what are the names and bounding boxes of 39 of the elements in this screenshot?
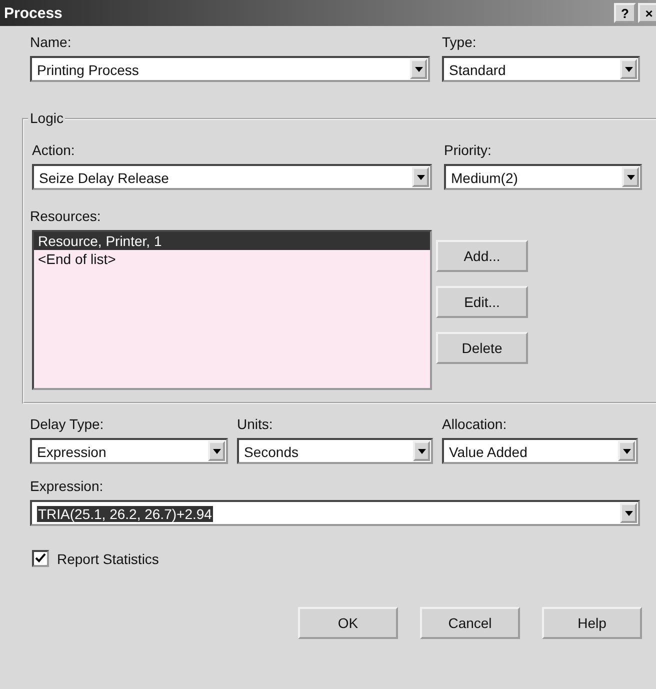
dialog-button[interactable]: Help (542, 607, 642, 639)
action-dropdown[interactable]: Seize Delay Release (32, 164, 432, 190)
caret-icon (212, 448, 220, 454)
field-label: Name: (30, 34, 72, 50)
priority-dropdown[interactable]: Medium(2) (444, 164, 642, 190)
caret-icon (418, 448, 426, 454)
caret-icon (416, 174, 424, 180)
field-label: Allocation: (442, 416, 508, 432)
delay-type-dropdown[interactable]: Expression (30, 438, 228, 464)
dialog-button[interactable]: Cancel (420, 607, 520, 639)
formula-dropdown[interactable]: TRIA(25.1, 26.2, 26.7)+2.94 (30, 500, 640, 526)
list-item[interactable]: <End of list> (34, 250, 430, 268)
checkbox-label: Report Statistics (57, 550, 159, 566)
field-label: Resources: (30, 208, 101, 224)
caret-icon (626, 174, 634, 180)
field-label: Expression: (30, 478, 104, 494)
units-dropdown[interactable]: Seconds (237, 438, 433, 464)
caret-icon (624, 510, 632, 516)
help-button[interactable]: ? (614, 3, 636, 23)
group-title: Logic (28, 110, 66, 126)
dialog-button[interactable]: OK (298, 607, 398, 639)
caret-icon (622, 448, 630, 454)
resource-button[interactable]: Add... (436, 240, 528, 272)
field-label: Action: (32, 142, 76, 158)
type-dropdown[interactable]: Standard (442, 56, 640, 82)
field-label: Type: (442, 34, 478, 50)
list-item[interactable]: Resource, Printer, 1 (34, 232, 430, 250)
resource-button[interactable]: Edit... (436, 286, 528, 318)
checkbox[interactable] (32, 550, 49, 567)
caret-icon (624, 66, 632, 72)
field-label: Priority: (444, 142, 492, 158)
allocation-dropdown[interactable]: Value Added (442, 438, 638, 464)
caret-icon (414, 66, 422, 72)
resource-button[interactable]: Delete (436, 332, 528, 364)
name-dropdown[interactable]: Printing Process (30, 56, 430, 82)
window-title: Process (4, 4, 62, 22)
close-button[interactable]: × (638, 3, 656, 23)
field-label: Units: (237, 416, 274, 432)
field-label: Delay Type: (30, 416, 105, 432)
